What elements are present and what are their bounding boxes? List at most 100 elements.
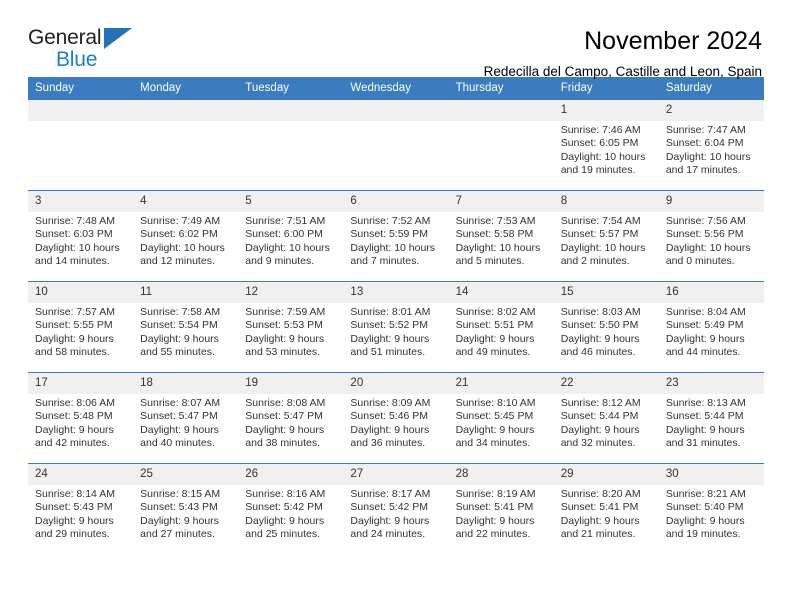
calendar-day-cell[interactable]: 13 Sunrise: 8:01 AM Sunset: 5:52 PM Dayligh… bbox=[343, 281, 449, 373]
daylight-text: Daylight: 9 hours and 44 minutes. bbox=[665, 332, 745, 359]
calendar-week-row: 24 Sunrise: 8:14 AM Sunset: 5:43 PM Dayligh… bbox=[28, 463, 764, 554]
sunrise-text: Sunrise: 7:48 AM bbox=[35, 215, 115, 227]
sunrise-text: Sunrise: 8:12 AM bbox=[560, 397, 641, 409]
daylight-text: Daylight: 9 hours and 19 minutes. bbox=[665, 514, 745, 541]
calendar-day-cell[interactable]: 11 Sunrise: 7:58 AM Sunset: 5:54 PM Dayligh… bbox=[133, 281, 239, 373]
daylight-text: Daylight: 10 hours and 9 minutes. bbox=[245, 241, 330, 268]
calendar-day-cell[interactable]: 25 Sunrise: 8:15 AM Sunset: 5:43 PM Dayligh… bbox=[133, 463, 239, 554]
calendar-week-row: 3 Sunrise: 7:48 AM Sunset: 6:03 PM Daylight… bbox=[28, 190, 764, 282]
page-header: General Blue November 2024 Redecilla del… bbox=[28, 0, 764, 79]
sunset-text: Sunset: 5:52 PM bbox=[350, 319, 429, 332]
calendar-day-cell[interactable]: 30 Sunrise: 8:21 AM Sunset: 5:40 PM Dayligh… bbox=[658, 463, 764, 554]
daylight-text: Daylight: 10 hours and 0 minutes. bbox=[665, 241, 751, 268]
day-details: Sunrise: 7:54 AM Sunset: 5:57 PM Daylight:… bbox=[554, 212, 659, 269]
calendar-day-cell[interactable]: 20 Sunrise: 8:09 AM Sunset: 5:46 PM Dayligh… bbox=[343, 372, 449, 464]
day-number: 19 bbox=[238, 373, 344, 394]
day-number: 12 bbox=[238, 282, 344, 303]
calendar-day-cell[interactable]: 7 Sunrise: 7:53 AM Sunset: 5:58 PM Daylight… bbox=[448, 190, 554, 282]
sunset-text: Sunset: 5:43 PM bbox=[35, 501, 113, 514]
calendar-day-cell[interactable]: 24 Sunrise: 8:14 AM Sunset: 5:43 PM Dayligh… bbox=[28, 463, 134, 554]
day-details: Sunrise: 8:09 AM Sunset: 5:46 PM Daylight:… bbox=[343, 394, 448, 451]
sunset-text: Sunset: 5:47 PM bbox=[140, 410, 218, 423]
sunset-text: Sunset: 5:43 PM bbox=[140, 501, 218, 514]
day-details: Sunrise: 8:14 AM Sunset: 5:43 PM Daylight:… bbox=[28, 485, 133, 542]
general-blue-logo[interactable]: General Blue bbox=[28, 26, 146, 74]
day-number: 25 bbox=[133, 464, 239, 485]
daylight-text: Daylight: 9 hours and 27 minutes. bbox=[140, 514, 219, 541]
calendar-table: Sunday Monday Tuesday Wednesday Thursday Frid… bbox=[28, 77, 764, 554]
calendar-day-cell[interactable]: 8 Sunrise: 7:54 AM Sunset: 5:57 PM Daylight… bbox=[553, 190, 659, 282]
daylight-text: Daylight: 9 hours and 58 minutes. bbox=[35, 332, 114, 359]
calendar-day-cell[interactable]: 21 Sunrise: 8:10 AM Sunset: 5:45 PM Dayligh… bbox=[448, 372, 554, 464]
day-details: Sunrise: 8:04 AM Sunset: 5:49 PM Daylight:… bbox=[659, 303, 764, 360]
calendar-day-cell-empty bbox=[343, 99, 449, 191]
sunset-text: Sunset: 6:00 PM bbox=[245, 228, 323, 241]
daylight-text: Daylight: 9 hours and 21 minutes. bbox=[560, 514, 640, 541]
day-number: 2 bbox=[658, 100, 764, 121]
calendar-day-cell[interactable]: 10 Sunrise: 7:57 AM Sunset: 5:55 PM Dayligh… bbox=[28, 281, 134, 373]
day-details: Sunrise: 7:51 AM Sunset: 6:00 PM Daylight:… bbox=[238, 212, 343, 269]
calendar-day-cell[interactable]: 9 Sunrise: 7:56 AM Sunset: 5:56 PM Daylight… bbox=[658, 190, 764, 282]
sunrise-text: Sunrise: 8:06 AM bbox=[35, 397, 115, 409]
day-number: 6 bbox=[343, 191, 449, 212]
calendar-day-cell[interactable]: 3 Sunrise: 7:48 AM Sunset: 6:03 PM Daylight… bbox=[28, 190, 134, 282]
calendar-day-cell[interactable]: 27 Sunrise: 8:17 AM Sunset: 5:42 PM Dayligh… bbox=[343, 463, 449, 554]
daylight-text: Daylight: 9 hours and 22 minutes. bbox=[455, 514, 535, 541]
weekday-header-tuesday: Tuesday bbox=[238, 77, 344, 100]
calendar-day-cell-empty bbox=[133, 99, 239, 191]
calendar-day-cell[interactable]: 18 Sunrise: 8:07 AM Sunset: 5:47 PM Dayligh… bbox=[133, 372, 239, 464]
calendar-week-row: 10 Sunrise: 7:57 AM Sunset: 5:55 PM Dayligh… bbox=[28, 281, 764, 373]
calendar-day-cell[interactable]: 17 Sunrise: 8:06 AM Sunset: 5:48 PM Dayligh… bbox=[28, 372, 134, 464]
sunset-text: Sunset: 5:42 PM bbox=[245, 501, 323, 514]
sunrise-text: Sunrise: 8:19 AM bbox=[455, 488, 536, 500]
calendar-day-cell-empty bbox=[28, 99, 134, 191]
sunset-text: Sunset: 5:55 PM bbox=[35, 319, 113, 332]
calendar-day-cell[interactable]: 23 Sunrise: 8:13 AM Sunset: 5:44 PM Dayligh… bbox=[658, 372, 764, 464]
day-details: Sunrise: 8:13 AM Sunset: 5:44 PM Daylight:… bbox=[659, 394, 764, 451]
weekday-header-sunday: Sunday bbox=[28, 77, 134, 100]
calendar-day-cell[interactable]: 29 Sunrise: 8:20 AM Sunset: 5:41 PM Dayligh… bbox=[553, 463, 659, 554]
sunset-text: Sunset: 5:40 PM bbox=[665, 501, 744, 514]
day-number: 10 bbox=[28, 282, 134, 303]
logo-text-blue: Blue bbox=[56, 48, 98, 71]
calendar-day-cell[interactable]: 16 Sunrise: 8:04 AM Sunset: 5:49 PM Dayligh… bbox=[658, 281, 764, 373]
calendar-day-cell[interactable]: 4 Sunrise: 7:49 AM Sunset: 6:02 PM Daylight… bbox=[133, 190, 239, 282]
calendar-day-cell[interactable]: 14 Sunrise: 8:02 AM Sunset: 5:51 PM Dayligh… bbox=[448, 281, 554, 373]
calendar-day-cell[interactable]: 22 Sunrise: 8:12 AM Sunset: 5:44 PM Dayligh… bbox=[553, 372, 659, 464]
sunrise-text: Sunrise: 7:52 AM bbox=[350, 215, 431, 227]
day-number: 14 bbox=[448, 282, 554, 303]
sunrise-text: Sunrise: 7:51 AM bbox=[245, 215, 326, 227]
sunrise-text: Sunrise: 8:16 AM bbox=[245, 488, 326, 500]
day-number: 20 bbox=[343, 373, 449, 394]
logo-text-general: General bbox=[28, 26, 102, 49]
sunset-text: Sunset: 5:42 PM bbox=[350, 501, 429, 514]
sunrise-text: Sunrise: 7:49 AM bbox=[140, 215, 221, 227]
day-number: 27 bbox=[343, 464, 449, 485]
calendar-day-cell[interactable]: 19 Sunrise: 8:08 AM Sunset: 5:47 PM Dayligh… bbox=[238, 372, 344, 464]
page-subtitle: Redecilla del Campo, Castille and Leon, … bbox=[483, 64, 762, 79]
calendar-day-cell[interactable]: 6 Sunrise: 7:52 AM Sunset: 5:59 PM Daylight… bbox=[343, 190, 449, 282]
calendar-day-cell[interactable]: 15 Sunrise: 8:03 AM Sunset: 5:50 PM Dayligh… bbox=[553, 281, 659, 373]
sunset-text: Sunset: 5:58 PM bbox=[455, 228, 534, 241]
sunrise-text: Sunrise: 8:03 AM bbox=[560, 306, 641, 318]
calendar-day-cell[interactable]: 2 Sunrise: 7:47 AM Sunset: 6:04 PM Daylight… bbox=[658, 99, 764, 191]
daylight-text: Daylight: 9 hours and 51 minutes. bbox=[350, 332, 430, 359]
calendar-day-cell[interactable]: 12 Sunrise: 7:59 AM Sunset: 5:53 PM Dayligh… bbox=[238, 281, 344, 373]
day-number: 17 bbox=[28, 373, 134, 394]
calendar-day-cell-empty bbox=[238, 99, 344, 191]
calendar-day-cell[interactable]: 26 Sunrise: 8:16 AM Sunset: 5:42 PM Dayligh… bbox=[238, 463, 344, 554]
calendar-day-cell[interactable]: 28 Sunrise: 8:19 AM Sunset: 5:41 PM Dayligh… bbox=[448, 463, 554, 554]
day-number: 28 bbox=[448, 464, 554, 485]
day-number: 21 bbox=[448, 373, 554, 394]
weekday-header-wednesday: Wednesday bbox=[343, 77, 449, 100]
day-number: 23 bbox=[658, 373, 764, 394]
calendar-day-cell[interactable]: 5 Sunrise: 7:51 AM Sunset: 6:00 PM Daylight… bbox=[238, 190, 344, 282]
daylight-text: Daylight: 9 hours and 40 minutes. bbox=[140, 423, 219, 450]
day-details: Sunrise: 8:06 AM Sunset: 5:48 PM Daylight:… bbox=[28, 394, 133, 451]
sunset-text: Sunset: 5:51 PM bbox=[455, 319, 534, 332]
calendar-day-cell[interactable]: 1 Sunrise: 7:46 AM Sunset: 6:05 PM Daylight… bbox=[553, 99, 659, 191]
day-number: 4 bbox=[133, 191, 239, 212]
sunrise-text: Sunrise: 7:47 AM bbox=[665, 124, 746, 136]
sunset-text: Sunset: 5:44 PM bbox=[560, 410, 639, 423]
day-number: 26 bbox=[238, 464, 344, 485]
